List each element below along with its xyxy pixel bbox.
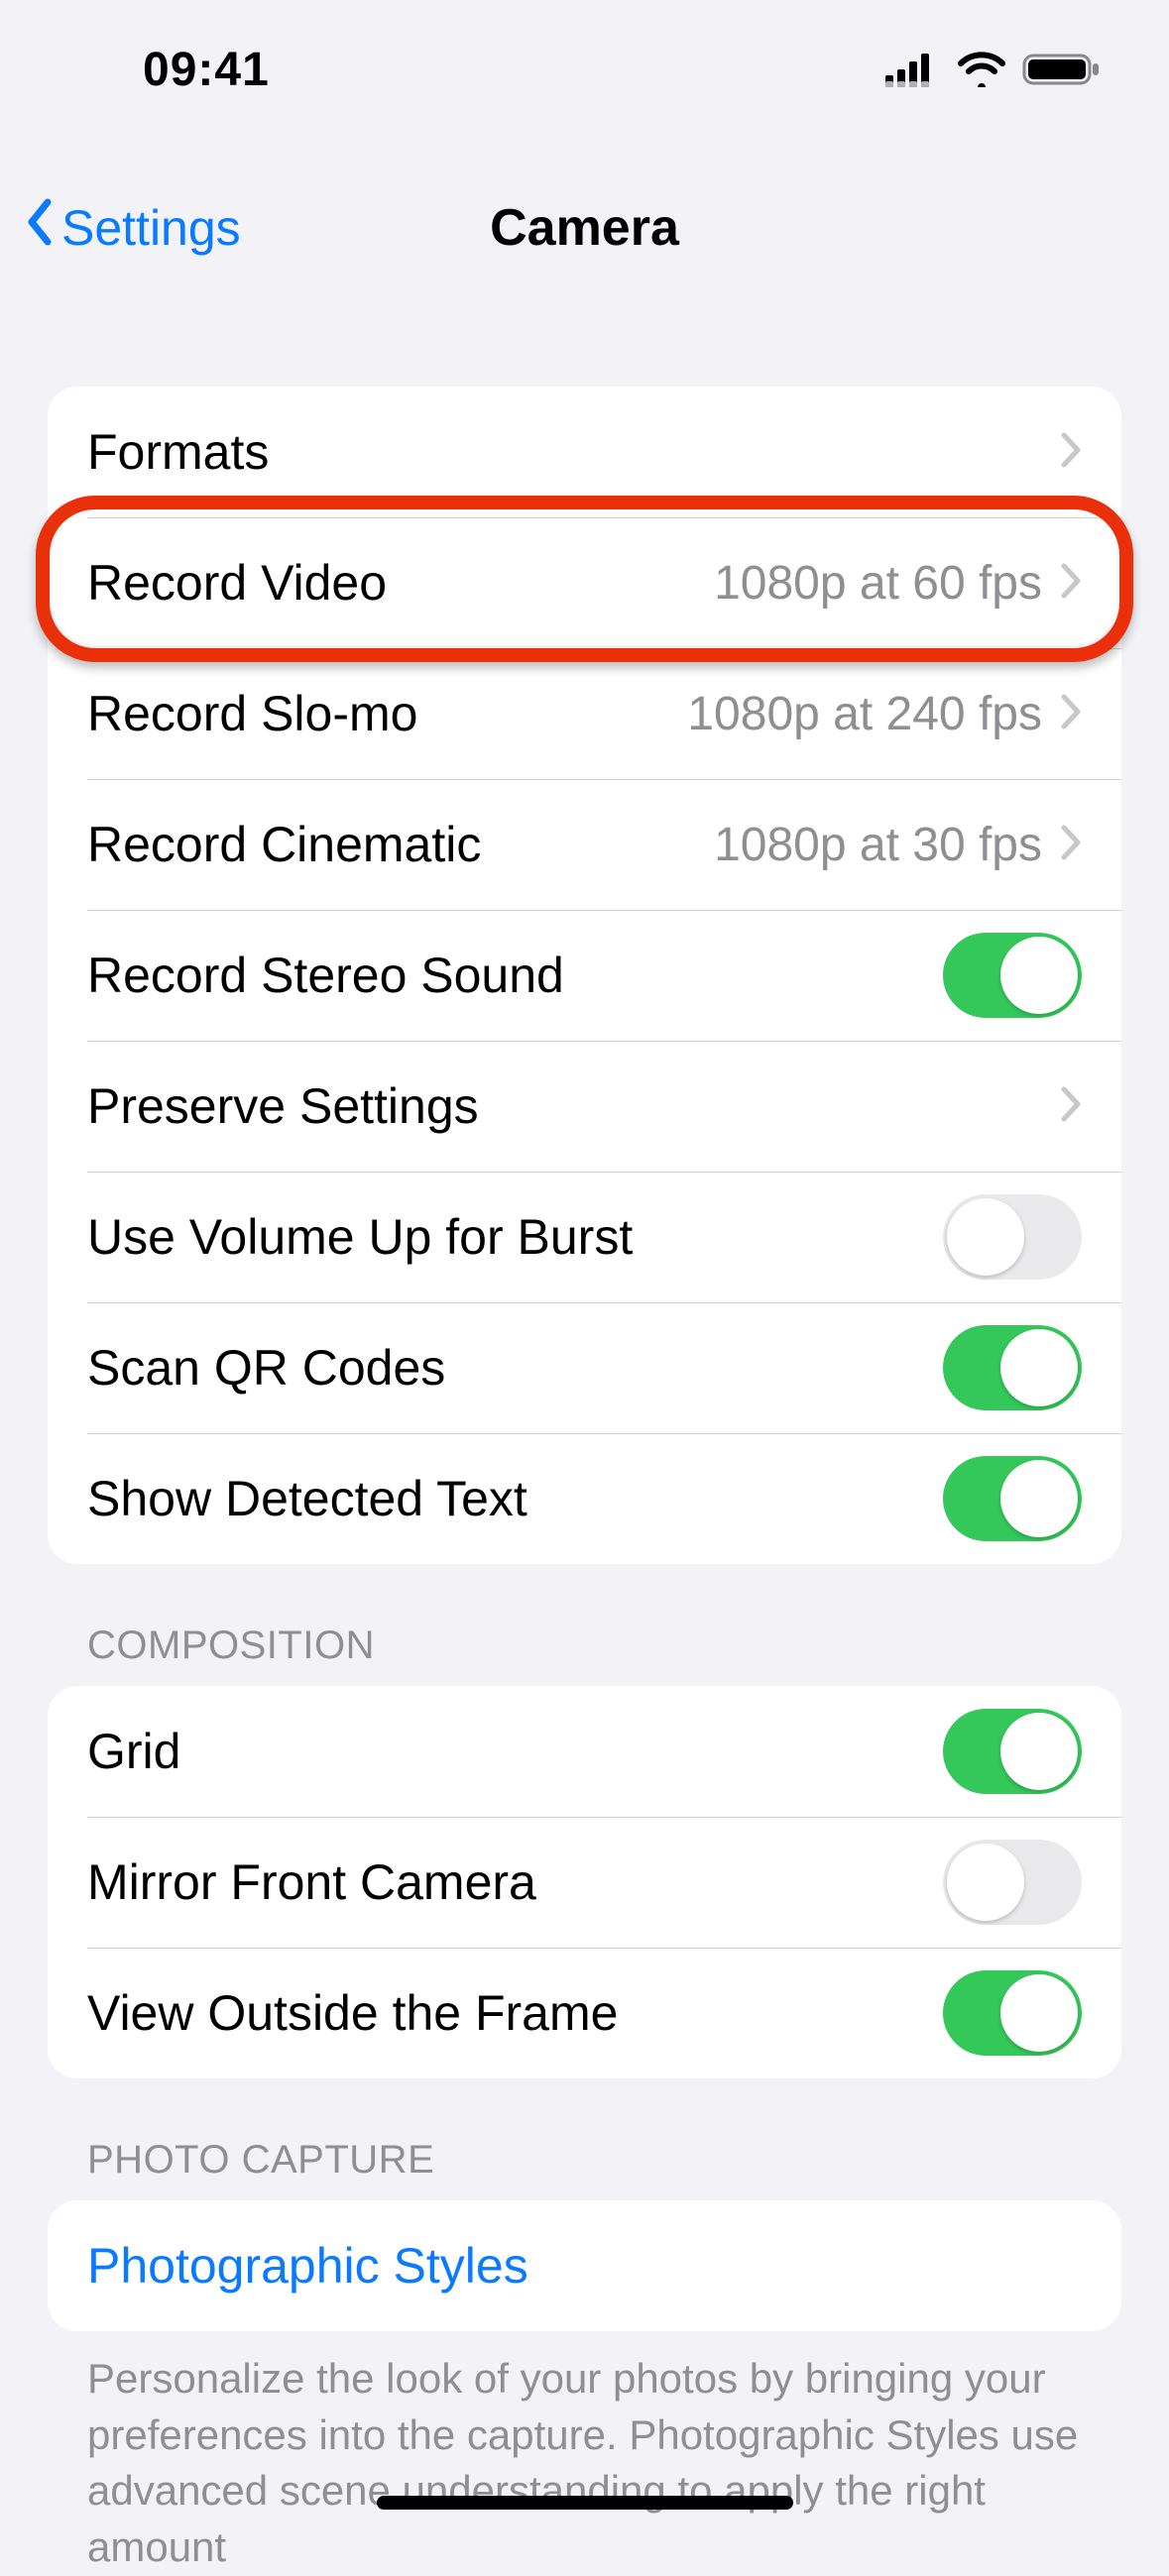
row-label: Grid <box>87 1723 943 1780</box>
mirror-front-toggle[interactable] <box>943 1840 1082 1925</box>
row-label: Use Volume Up for Burst <box>87 1208 943 1266</box>
chevron-right-icon <box>1060 1085 1082 1128</box>
scan-qr-toggle[interactable] <box>943 1325 1082 1410</box>
row-label: Mirror Front Camera <box>87 1853 943 1911</box>
row-detail-value: 1080p at 30 fps <box>714 818 1042 872</box>
row-label: Record Stereo Sound <box>87 947 943 1004</box>
outside-frame-toggle[interactable] <box>943 1970 1082 2056</box>
chevron-right-icon <box>1060 824 1082 866</box>
photographic-styles-row[interactable]: Photographic Styles <box>48 2200 1121 2331</box>
grid-toggle[interactable] <box>943 1709 1082 1794</box>
record-cinematic-row[interactable]: Record Cinematic 1080p at 30 fps <box>48 779 1121 910</box>
cellular-signal-icon <box>885 52 941 87</box>
formats-row[interactable]: Formats <box>48 387 1121 517</box>
row-label: Show Detected Text <box>87 1470 943 1527</box>
mirror-front-row: Mirror Front Camera <box>48 1817 1121 1948</box>
chevron-right-icon <box>1060 562 1082 605</box>
row-label: Scan QR Codes <box>87 1339 943 1397</box>
stereo-sound-row: Record Stereo Sound <box>48 910 1121 1041</box>
preserve-settings-row[interactable]: Preserve Settings <box>48 1041 1121 1172</box>
record-video-row[interactable]: Record Video 1080p at 60 fps <box>48 517 1121 648</box>
back-button[interactable]: Settings <box>24 198 241 258</box>
status-icons <box>885 52 1102 87</box>
chevron-right-icon <box>1060 693 1082 735</box>
volume-burst-row: Use Volume Up for Burst <box>48 1172 1121 1302</box>
page-title: Camera <box>490 198 679 258</box>
chevron-right-icon <box>1060 431 1082 474</box>
scan-qr-row: Scan QR Codes <box>48 1302 1121 1433</box>
row-label: Record Slo-mo <box>87 685 687 742</box>
status-bar: 09:41 <box>0 0 1169 139</box>
detected-text-toggle[interactable] <box>943 1456 1082 1541</box>
composition-group: Grid Mirror Front Camera View Outside th… <box>48 1686 1121 2078</box>
row-detail-value: 1080p at 240 fps <box>687 687 1042 741</box>
row-detail-value: 1080p at 60 fps <box>714 556 1042 611</box>
row-label: Photographic Styles <box>87 2237 1082 2295</box>
detected-text-row: Show Detected Text <box>48 1433 1121 1564</box>
record-slomo-row[interactable]: Record Slo-mo 1080p at 240 fps <box>48 648 1121 779</box>
outside-frame-row: View Outside the Frame <box>48 1948 1121 2078</box>
back-label: Settings <box>61 199 241 257</box>
row-label: Record Cinematic <box>87 816 714 873</box>
wifi-icon <box>957 52 1006 87</box>
row-label: Record Video <box>87 554 714 612</box>
status-time: 09:41 <box>143 43 270 97</box>
camera-settings-group: Formats Record Video 1080p at 60 fps Rec… <box>48 387 1121 1564</box>
volume-burst-toggle[interactable] <box>943 1194 1082 1280</box>
grid-row: Grid <box>48 1686 1121 1817</box>
row-label: View Outside the Frame <box>87 1984 943 2042</box>
section-header-photo-capture: PHOTO CAPTURE <box>48 2078 1121 2200</box>
chevron-left-icon <box>24 198 56 258</box>
settings-content: Formats Record Video 1080p at 60 fps Rec… <box>0 387 1169 2576</box>
section-header-composition: COMPOSITION <box>48 1564 1121 1686</box>
home-indicator <box>377 2496 793 2510</box>
nav-bar: Settings Camera <box>0 178 1169 278</box>
row-label: Preserve Settings <box>87 1077 1060 1135</box>
battery-icon <box>1022 52 1102 87</box>
stereo-sound-toggle[interactable] <box>943 933 1082 1018</box>
row-label: Formats <box>87 423 1060 481</box>
section-footer-photo-capture: Personalize the look of your photos by b… <box>48 2331 1121 2576</box>
photo-capture-group: Photographic Styles <box>48 2200 1121 2331</box>
